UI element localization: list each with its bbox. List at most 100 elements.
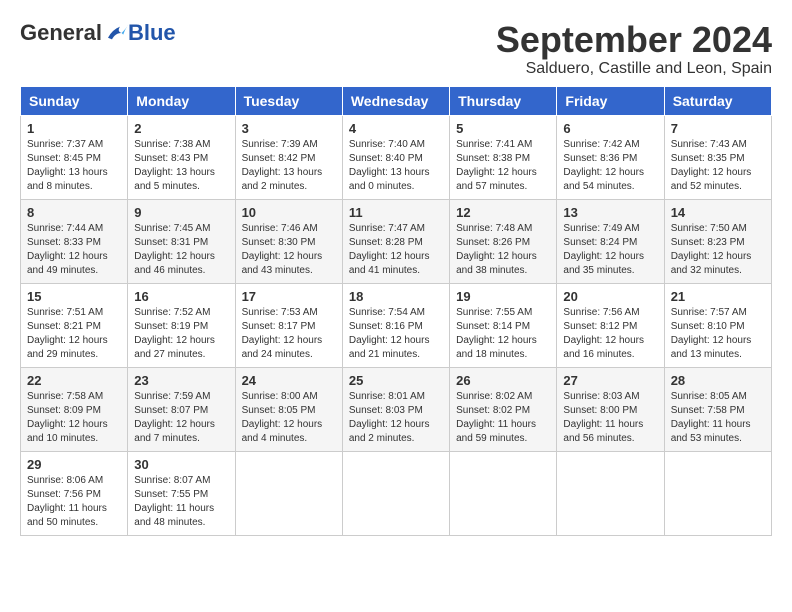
calendar-cell <box>450 451 557 535</box>
day-number: 21 <box>671 289 765 304</box>
logo: General Blue <box>20 20 176 46</box>
calendar-cell: 16 Sunrise: 7:52 AM Sunset: 8:19 PM Dayl… <box>128 283 235 367</box>
day-number: 8 <box>27 205 121 220</box>
calendar-cell: 7 Sunrise: 7:43 AM Sunset: 8:35 PM Dayli… <box>664 115 771 199</box>
day-number: 2 <box>134 121 228 136</box>
calendar-header-row: SundayMondayTuesdayWednesdayThursdayFrid… <box>21 86 772 115</box>
day-number: 28 <box>671 373 765 388</box>
day-number: 1 <box>27 121 121 136</box>
weekday-header-thursday: Thursday <box>450 86 557 115</box>
day-number: 7 <box>671 121 765 136</box>
day-number: 27 <box>563 373 657 388</box>
day-info: Sunrise: 7:41 AM Sunset: 8:38 PM Dayligh… <box>456 138 550 194</box>
weekday-header-monday: Monday <box>128 86 235 115</box>
calendar-week-1: 1 Sunrise: 7:37 AM Sunset: 8:45 PM Dayli… <box>21 115 772 199</box>
calendar-cell: 25 Sunrise: 8:01 AM Sunset: 8:03 PM Dayl… <box>342 367 449 451</box>
day-number: 3 <box>242 121 336 136</box>
calendar-cell <box>664 451 771 535</box>
day-number: 25 <box>349 373 443 388</box>
calendar-cell: 5 Sunrise: 7:41 AM Sunset: 8:38 PM Dayli… <box>450 115 557 199</box>
calendar-cell <box>342 451 449 535</box>
calendar-cell: 24 Sunrise: 8:00 AM Sunset: 8:05 PM Dayl… <box>235 367 342 451</box>
logo-bird-icon <box>104 23 128 43</box>
day-info: Sunrise: 7:47 AM Sunset: 8:28 PM Dayligh… <box>349 222 443 278</box>
calendar-cell <box>557 451 664 535</box>
calendar-cell: 21 Sunrise: 7:57 AM Sunset: 8:10 PM Dayl… <box>664 283 771 367</box>
day-number: 18 <box>349 289 443 304</box>
day-info: Sunrise: 7:49 AM Sunset: 8:24 PM Dayligh… <box>563 222 657 278</box>
day-info: Sunrise: 7:44 AM Sunset: 8:33 PM Dayligh… <box>27 222 121 278</box>
calendar-cell: 13 Sunrise: 7:49 AM Sunset: 8:24 PM Dayl… <box>557 199 664 283</box>
day-info: Sunrise: 7:55 AM Sunset: 8:14 PM Dayligh… <box>456 306 550 362</box>
calendar-cell: 22 Sunrise: 7:58 AM Sunset: 8:09 PM Dayl… <box>21 367 128 451</box>
day-number: 15 <box>27 289 121 304</box>
calendar-cell: 26 Sunrise: 8:02 AM Sunset: 8:02 PM Dayl… <box>450 367 557 451</box>
day-info: Sunrise: 7:51 AM Sunset: 8:21 PM Dayligh… <box>27 306 121 362</box>
calendar-cell: 20 Sunrise: 7:56 AM Sunset: 8:12 PM Dayl… <box>557 283 664 367</box>
month-title: September 2024 <box>496 20 772 60</box>
weekday-header-friday: Friday <box>557 86 664 115</box>
calendar-cell: 19 Sunrise: 7:55 AM Sunset: 8:14 PM Dayl… <box>450 283 557 367</box>
calendar-week-5: 29 Sunrise: 8:06 AM Sunset: 7:56 PM Dayl… <box>21 451 772 535</box>
day-info: Sunrise: 7:59 AM Sunset: 8:07 PM Dayligh… <box>134 390 228 446</box>
calendar-cell: 30 Sunrise: 8:07 AM Sunset: 7:55 PM Dayl… <box>128 451 235 535</box>
logo-blue-text: Blue <box>128 20 176 46</box>
day-number: 5 <box>456 121 550 136</box>
day-info: Sunrise: 7:37 AM Sunset: 8:45 PM Dayligh… <box>27 138 121 194</box>
calendar-cell: 9 Sunrise: 7:45 AM Sunset: 8:31 PM Dayli… <box>128 199 235 283</box>
day-number: 14 <box>671 205 765 220</box>
logo-general-text: General <box>20 20 102 46</box>
day-info: Sunrise: 7:58 AM Sunset: 8:09 PM Dayligh… <box>27 390 121 446</box>
day-number: 9 <box>134 205 228 220</box>
day-info: Sunrise: 8:05 AM Sunset: 7:58 PM Dayligh… <box>671 390 765 446</box>
calendar-cell: 1 Sunrise: 7:37 AM Sunset: 8:45 PM Dayli… <box>21 115 128 199</box>
calendar-cell: 12 Sunrise: 7:48 AM Sunset: 8:26 PM Dayl… <box>450 199 557 283</box>
calendar-week-4: 22 Sunrise: 7:58 AM Sunset: 8:09 PM Dayl… <box>21 367 772 451</box>
weekday-header-wednesday: Wednesday <box>342 86 449 115</box>
calendar-cell: 17 Sunrise: 7:53 AM Sunset: 8:17 PM Dayl… <box>235 283 342 367</box>
day-number: 23 <box>134 373 228 388</box>
location-title: Salduero, Castille and Leon, Spain <box>496 60 772 78</box>
day-info: Sunrise: 8:03 AM Sunset: 8:00 PM Dayligh… <box>563 390 657 446</box>
day-info: Sunrise: 7:46 AM Sunset: 8:30 PM Dayligh… <box>242 222 336 278</box>
day-number: 17 <box>242 289 336 304</box>
day-number: 4 <box>349 121 443 136</box>
calendar-cell: 2 Sunrise: 7:38 AM Sunset: 8:43 PM Dayli… <box>128 115 235 199</box>
calendar-cell: 8 Sunrise: 7:44 AM Sunset: 8:33 PM Dayli… <box>21 199 128 283</box>
day-number: 11 <box>349 205 443 220</box>
day-info: Sunrise: 8:00 AM Sunset: 8:05 PM Dayligh… <box>242 390 336 446</box>
weekday-header-sunday: Sunday <box>21 86 128 115</box>
weekday-header-tuesday: Tuesday <box>235 86 342 115</box>
calendar-cell: 18 Sunrise: 7:54 AM Sunset: 8:16 PM Dayl… <box>342 283 449 367</box>
day-info: Sunrise: 7:43 AM Sunset: 8:35 PM Dayligh… <box>671 138 765 194</box>
day-number: 29 <box>27 457 121 472</box>
day-info: Sunrise: 7:38 AM Sunset: 8:43 PM Dayligh… <box>134 138 228 194</box>
weekday-header-saturday: Saturday <box>664 86 771 115</box>
day-number: 19 <box>456 289 550 304</box>
calendar-week-2: 8 Sunrise: 7:44 AM Sunset: 8:33 PM Dayli… <box>21 199 772 283</box>
day-number: 22 <box>27 373 121 388</box>
calendar-cell: 14 Sunrise: 7:50 AM Sunset: 8:23 PM Dayl… <box>664 199 771 283</box>
day-number: 10 <box>242 205 336 220</box>
day-info: Sunrise: 7:50 AM Sunset: 8:23 PM Dayligh… <box>671 222 765 278</box>
calendar-cell: 27 Sunrise: 8:03 AM Sunset: 8:00 PM Dayl… <box>557 367 664 451</box>
day-info: Sunrise: 7:56 AM Sunset: 8:12 PM Dayligh… <box>563 306 657 362</box>
calendar-table: SundayMondayTuesdayWednesdayThursdayFrid… <box>20 86 772 536</box>
day-info: Sunrise: 7:45 AM Sunset: 8:31 PM Dayligh… <box>134 222 228 278</box>
day-info: Sunrise: 8:06 AM Sunset: 7:56 PM Dayligh… <box>27 474 121 530</box>
calendar-body: 1 Sunrise: 7:37 AM Sunset: 8:45 PM Dayli… <box>21 115 772 535</box>
calendar-cell: 10 Sunrise: 7:46 AM Sunset: 8:30 PM Dayl… <box>235 199 342 283</box>
day-info: Sunrise: 7:48 AM Sunset: 8:26 PM Dayligh… <box>456 222 550 278</box>
day-info: Sunrise: 7:40 AM Sunset: 8:40 PM Dayligh… <box>349 138 443 194</box>
calendar-cell: 29 Sunrise: 8:06 AM Sunset: 7:56 PM Dayl… <box>21 451 128 535</box>
day-number: 6 <box>563 121 657 136</box>
day-info: Sunrise: 8:02 AM Sunset: 8:02 PM Dayligh… <box>456 390 550 446</box>
day-number: 24 <box>242 373 336 388</box>
day-info: Sunrise: 7:53 AM Sunset: 8:17 PM Dayligh… <box>242 306 336 362</box>
calendar-cell: 4 Sunrise: 7:40 AM Sunset: 8:40 PM Dayli… <box>342 115 449 199</box>
day-number: 26 <box>456 373 550 388</box>
day-info: Sunrise: 7:42 AM Sunset: 8:36 PM Dayligh… <box>563 138 657 194</box>
calendar-cell: 3 Sunrise: 7:39 AM Sunset: 8:42 PM Dayli… <box>235 115 342 199</box>
day-info: Sunrise: 7:54 AM Sunset: 8:16 PM Dayligh… <box>349 306 443 362</box>
calendar-cell: 6 Sunrise: 7:42 AM Sunset: 8:36 PM Dayli… <box>557 115 664 199</box>
